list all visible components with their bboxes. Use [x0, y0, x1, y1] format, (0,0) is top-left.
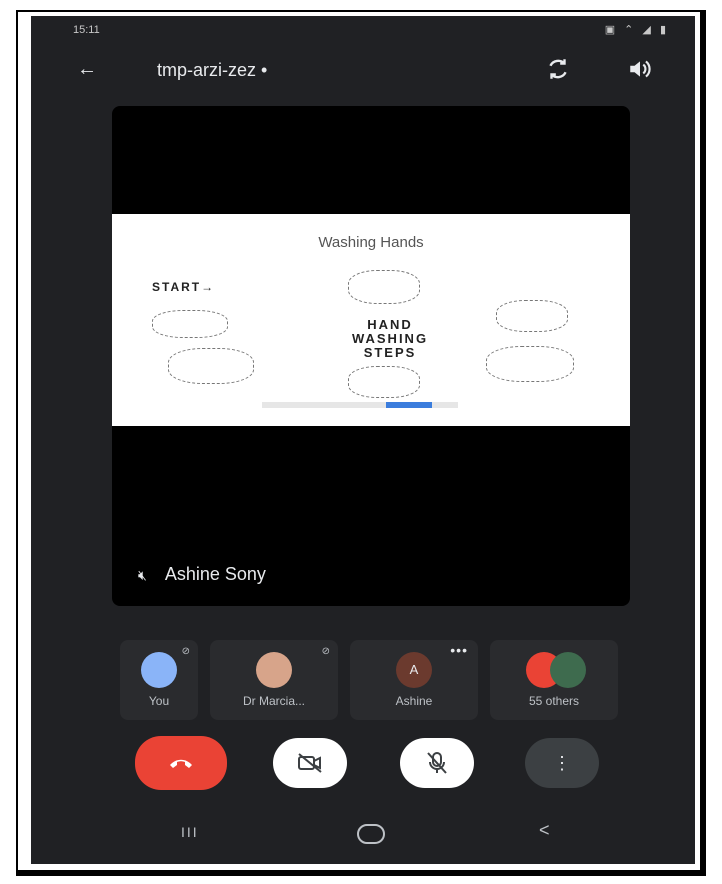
hand-sketch: [496, 300, 568, 332]
participant-name: 55 others: [528, 694, 580, 708]
participant-name: Dr Marcia...: [242, 694, 305, 708]
presented-slide: Washing Hands START→ HAND WASHING STEPS: [112, 214, 630, 426]
presentation-tile[interactable]: Washing Hands START→ HAND WASHING STEPS …: [112, 106, 630, 606]
hand-sketch: [486, 346, 574, 382]
meeting-code[interactable]: tmp-arzi-zez •: [157, 60, 267, 81]
participant-tile-dr-marcia[interactable]: ⊘ Dr Marcia...: [210, 640, 338, 720]
participant-name: You: [148, 694, 170, 708]
avatar-initial: A: [409, 662, 419, 677]
presenter-label: 🔇︎ Ashine Sony: [138, 564, 266, 585]
slide-center-text: HAND WASHING STEPS: [310, 318, 470, 360]
slide-center-line: HAND WASHING STEPS: [351, 317, 429, 360]
avatar: A: [396, 652, 432, 688]
status-icons: ▣ ⌃ ◢ ▮: [604, 24, 669, 36]
mic-toggle-button[interactable]: [400, 738, 474, 788]
avatar: [141, 652, 177, 688]
switch-camera-icon[interactable]: [545, 56, 571, 82]
participant-tile-you[interactable]: ⊘ You: [120, 640, 198, 720]
slide-progress-fill: [386, 402, 432, 408]
end-call-button[interactable]: [135, 736, 227, 790]
slide-start-label: START→: [152, 280, 216, 294]
speaker-icon[interactable]: [627, 56, 653, 82]
mic-off-icon: ⊘: [181, 646, 190, 657]
nav-back-button[interactable]: <: [539, 820, 550, 841]
more-vert-icon: ⋮: [553, 752, 571, 773]
hand-sketch: [348, 270, 420, 304]
mic-off-icon: ⊘: [321, 646, 330, 657]
more-options-button[interactable]: ⋮: [525, 738, 599, 788]
status-time: 15:11: [73, 24, 100, 36]
meeting-code-text: tmp-arzi-zez: [157, 60, 257, 80]
recording-dot: •: [261, 60, 268, 80]
avatar: [256, 652, 292, 688]
more-icon[interactable]: •••: [450, 642, 468, 658]
slide-title: Washing Hands: [318, 234, 424, 251]
camera-off-icon: [298, 753, 322, 773]
participant-name: Ashine: [395, 694, 433, 708]
home-button[interactable]: [357, 824, 385, 844]
mic-off-icon: 🔇︎: [138, 567, 147, 583]
recent-apps-button[interactable]: III: [181, 824, 199, 840]
mic-off-icon: [427, 752, 447, 774]
hand-sketch: [348, 366, 420, 398]
camera-toggle-button[interactable]: [273, 738, 347, 788]
avatar: [550, 652, 586, 688]
phone-hangup-icon: [170, 759, 192, 768]
participant-tile-ashine[interactable]: A ••• Ashine: [350, 640, 478, 720]
hand-sketch: [152, 310, 228, 338]
hand-sketch: [168, 348, 254, 384]
participant-tile-others[interactable]: 55 others: [490, 640, 618, 720]
phone-screen: 15:11 ▣ ⌃ ◢ ▮ ← tmp-arzi-zez • Washing H…: [31, 16, 695, 864]
back-arrow-icon[interactable]: ←: [77, 58, 97, 81]
presenter-name: Ashine Sony: [164, 564, 266, 584]
slide-progress-bar: [262, 402, 458, 408]
